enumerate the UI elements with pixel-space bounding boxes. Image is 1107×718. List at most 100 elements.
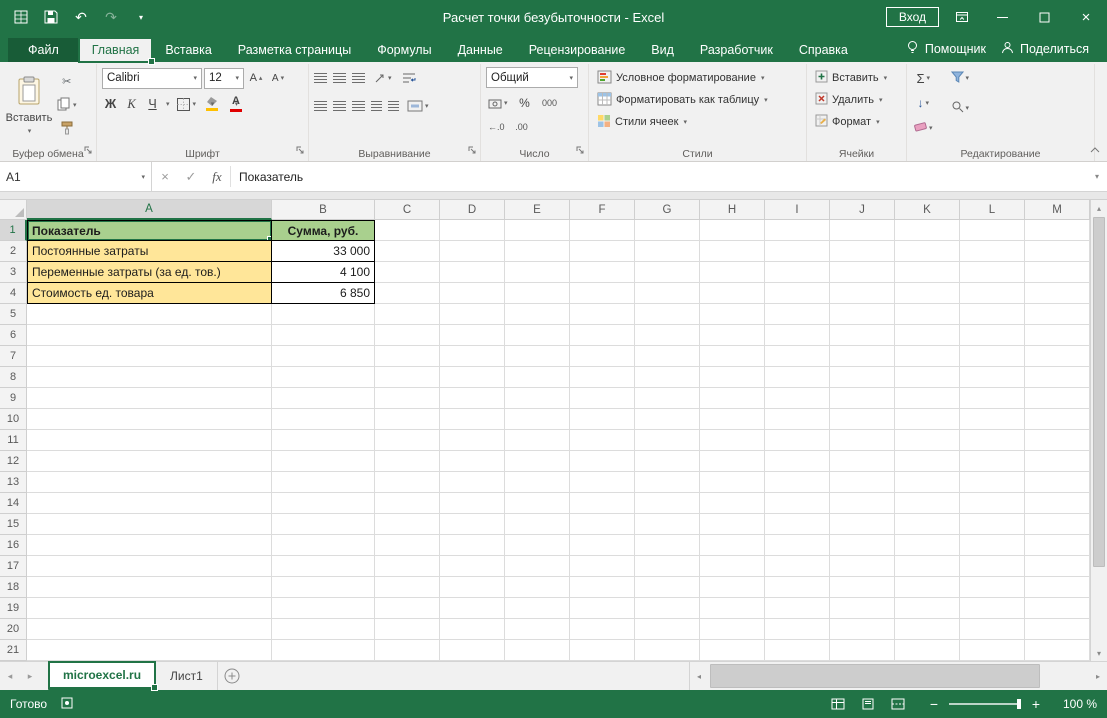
cell-G15[interactable] [635,514,700,535]
cell-H11[interactable] [700,430,765,451]
align-left-icon[interactable] [314,101,327,111]
font-color-button[interactable]: А ▾ [226,93,246,115]
cell-B11[interactable] [272,430,375,451]
cell-C8[interactable] [375,367,440,388]
cell-G17[interactable] [635,556,700,577]
cell-G19[interactable] [635,598,700,619]
cell-C11[interactable] [375,430,440,451]
clipboard-dialog-launcher-icon[interactable] [83,144,93,158]
cell-J2[interactable] [830,241,895,262]
tab-вид[interactable]: Вид [638,38,687,62]
name-box-dropdown-icon[interactable]: ▾ [141,173,145,181]
borders-button[interactable]: ▾ [174,93,199,115]
tab-справка[interactable]: Справка [786,38,861,62]
cell-K16[interactable] [895,535,960,556]
cell-A7[interactable] [27,346,272,367]
merge-center-button[interactable]: ▾ [405,95,431,117]
autosum-button[interactable]: Σ ▾ [912,67,935,89]
cell-B3[interactable]: 4 100 [272,262,375,283]
cell-J20[interactable] [830,619,895,640]
italic-button[interactable]: К [123,97,140,112]
column-header-G[interactable]: G [635,200,700,220]
cell-B9[interactable] [272,388,375,409]
cell-K6[interactable] [895,325,960,346]
cell-I7[interactable] [765,346,830,367]
tab-file[interactable]: Файл [8,38,79,62]
qat-customize-icon[interactable]: ▾ [132,8,150,26]
cell-F19[interactable] [570,598,635,619]
cell-F2[interactable] [570,241,635,262]
cell-M2[interactable] [1025,241,1090,262]
cell-G14[interactable] [635,493,700,514]
decrease-decimal-button[interactable]: .00 [512,116,532,138]
fill-color-button[interactable]: ▾ [202,93,222,115]
cell-D20[interactable] [440,619,505,640]
cell-K15[interactable] [895,514,960,535]
page-break-view-icon[interactable] [885,693,911,715]
cell-D19[interactable] [440,598,505,619]
cell-H8[interactable] [700,367,765,388]
cell-F11[interactable] [570,430,635,451]
cell-F7[interactable] [570,346,635,367]
cell-C19[interactable] [375,598,440,619]
accounting-format-button[interactable]: ▾ [486,92,510,114]
cell-I4[interactable] [765,283,830,304]
collapse-ribbon-icon[interactable] [1089,143,1101,157]
sheet-tab-Лист1[interactable]: Лист1 [156,662,218,690]
cell-I1[interactable] [765,220,830,241]
cell-F8[interactable] [570,367,635,388]
row-header-14[interactable]: 14 [0,493,27,514]
alignment-dialog-launcher-icon[interactable] [467,144,477,158]
cell-I10[interactable] [765,409,830,430]
cell-D13[interactable] [440,472,505,493]
cell-L14[interactable] [960,493,1025,514]
cell-J13[interactable] [830,472,895,493]
cell-D18[interactable] [440,577,505,598]
sign-in-button[interactable]: Вход [885,7,939,27]
cell-A1[interactable]: Показатель [27,220,272,241]
cell-G6[interactable] [635,325,700,346]
cell-C16[interactable] [375,535,440,556]
cell-D17[interactable] [440,556,505,577]
cell-J14[interactable] [830,493,895,514]
cell-E14[interactable] [505,493,570,514]
row-header-18[interactable]: 18 [0,577,27,598]
sheet-nav-left-icon[interactable]: ◂ [0,662,20,690]
cut-button[interactable]: ✂ [55,70,79,92]
cell-B20[interactable] [272,619,375,640]
cancel-entry-icon[interactable]: × [152,162,178,191]
cell-H1[interactable] [700,220,765,241]
cell-J8[interactable] [830,367,895,388]
row-header-20[interactable]: 20 [0,619,27,640]
font-size-select[interactable]: 12 ▾ [204,67,244,89]
cell-K2[interactable] [895,241,960,262]
cell-B13[interactable] [272,472,375,493]
cell-M18[interactable] [1025,577,1090,598]
cell-F14[interactable] [570,493,635,514]
column-header-C[interactable]: C [375,200,440,220]
cell-I19[interactable] [765,598,830,619]
row-header-11[interactable]: 11 [0,430,27,451]
cell-G2[interactable] [635,241,700,262]
insert-function-icon[interactable]: fx [204,162,230,191]
cell-A12[interactable] [27,451,272,472]
cell-M10[interactable] [1025,409,1090,430]
maximize-button[interactable] [1023,0,1065,34]
cell-G5[interactable] [635,304,700,325]
cell-L7[interactable] [960,346,1025,367]
cell-E5[interactable] [505,304,570,325]
cell-D1[interactable] [440,220,505,241]
align-middle-icon[interactable] [333,73,346,83]
conditional-formatting-button[interactable]: Условное форматирование ▾ [594,67,801,89]
delete-cells-button[interactable]: Удалить ▾ [812,89,901,111]
cell-H3[interactable] [700,262,765,283]
zoom-in-icon[interactable]: + [1029,696,1043,712]
row-header-3[interactable]: 3 [0,262,27,283]
cell-A9[interactable] [27,388,272,409]
cell-E7[interactable] [505,346,570,367]
cell-styles-button[interactable]: Стили ячеек ▾ [594,111,801,133]
name-box[interactable]: A1 ▾ [0,162,152,191]
cell-C10[interactable] [375,409,440,430]
formula-bar-expand-icon[interactable]: ▾ [1087,162,1107,191]
cell-I11[interactable] [765,430,830,451]
